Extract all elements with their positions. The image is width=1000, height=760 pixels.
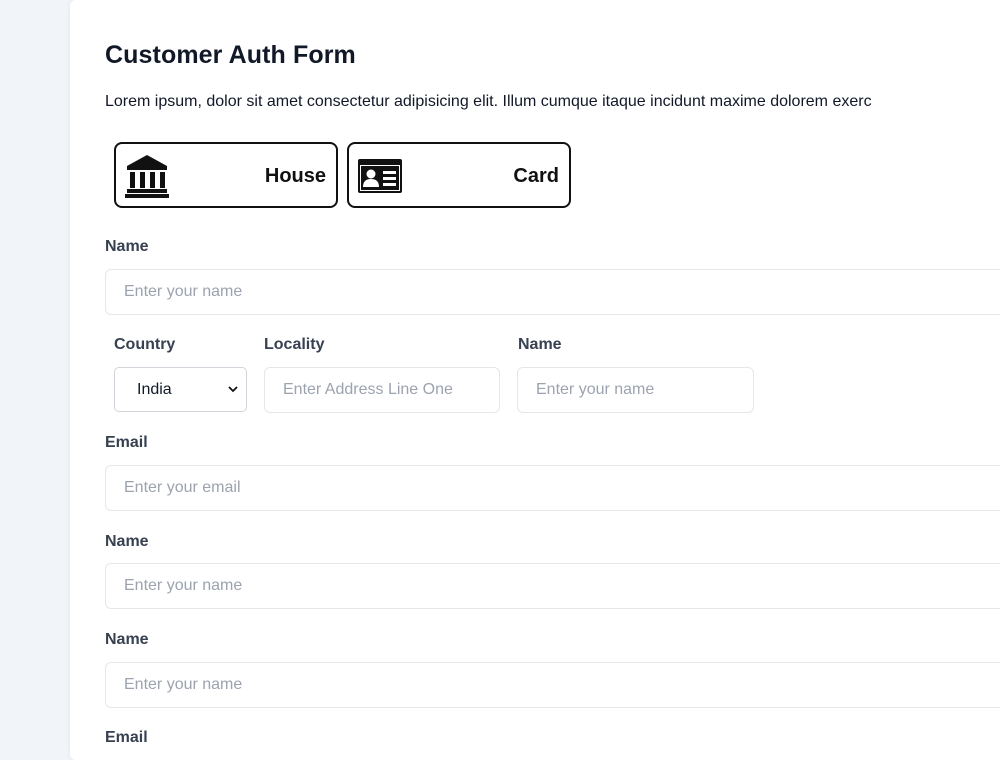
locality-input[interactable]: [264, 367, 500, 413]
bank-icon: [125, 155, 169, 198]
secondary-name-input[interactable]: [517, 367, 754, 413]
name-label-2: Name: [105, 533, 149, 550]
house-option-label: House: [264, 165, 326, 187]
name-input-2[interactable]: [105, 563, 1000, 609]
name-input[interactable]: [105, 269, 1000, 315]
email-label: Email: [105, 434, 148, 451]
house-option-button[interactable]: House: [114, 142, 338, 208]
id-card-icon: [358, 159, 402, 193]
email-input[interactable]: [105, 465, 1000, 511]
locality-label: Locality: [264, 336, 325, 353]
country-label: Country: [114, 336, 176, 353]
name-label: Name: [105, 238, 149, 255]
form-card: Customer Auth Form Lorem ipsum, dolor si…: [70, 0, 1000, 760]
form-title: Customer Auth Form: [105, 41, 356, 69]
country-select[interactable]: India: [114, 367, 247, 412]
email-label-2: Email: [105, 729, 148, 746]
country-select-value: India: [137, 381, 172, 398]
secondary-name-label: Name: [518, 336, 562, 353]
chevron-down-icon: [228, 386, 238, 393]
form-description: Lorem ipsum, dolor sit amet consectetur …: [105, 93, 872, 110]
card-option-button[interactable]: Card: [347, 142, 571, 208]
name-input-3[interactable]: [105, 662, 1000, 708]
name-label-3: Name: [105, 631, 149, 648]
card-option-label: Card: [513, 165, 559, 187]
